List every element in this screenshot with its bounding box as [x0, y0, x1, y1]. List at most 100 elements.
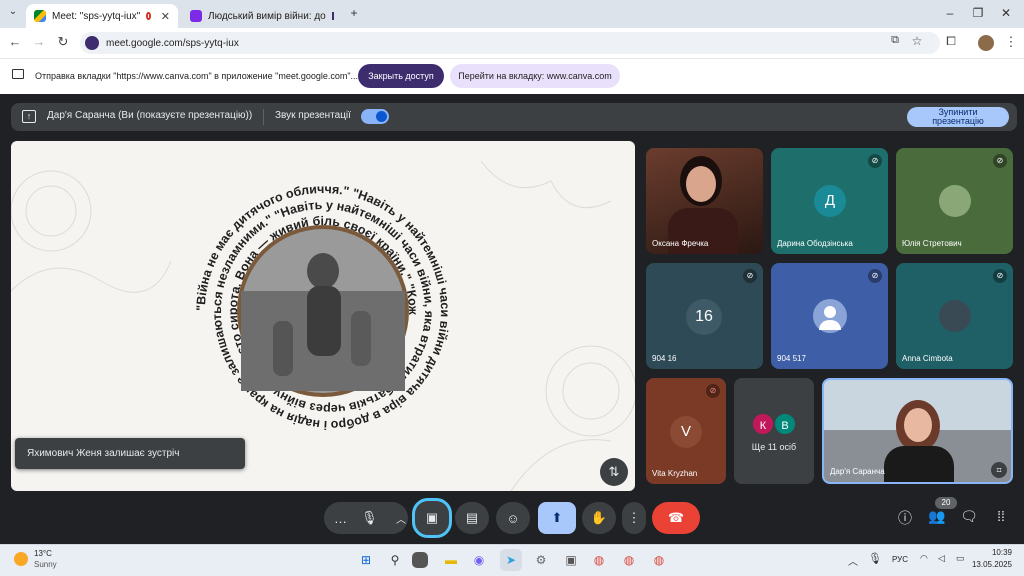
start-menu-icon[interactable]: ⊞: [355, 549, 377, 571]
settings-gear-icon[interactable]: ⚙: [530, 549, 552, 571]
tab-title: Людський вимір війни: до: [208, 10, 326, 22]
avatar: Д: [814, 185, 846, 217]
site-info-icon[interactable]: [85, 36, 99, 50]
avatar: [939, 185, 971, 217]
participant-name: Дарина Ободзінська: [777, 239, 853, 248]
clock-time[interactable]: 10:39: [978, 548, 1012, 557]
avatar: [939, 300, 971, 332]
participant-name: 904 16: [652, 354, 677, 363]
recording-icon: [146, 12, 151, 20]
end-call-icon: ☎: [667, 510, 685, 525]
crop-icon[interactable]: ⌗: [991, 462, 1007, 478]
search-icon[interactable]: ⚲: [384, 549, 406, 571]
canva-favicon-icon: [190, 10, 202, 22]
restore-icon[interactable]: ❐: [968, 6, 988, 20]
people-icon[interactable]: 👥: [926, 508, 948, 530]
volume-icon[interactable]: ◁: [938, 553, 945, 564]
sound-label: Звук презентації: [275, 110, 351, 121]
participant-tile[interactable]: ⊘ V Vita Kryzhan: [646, 378, 726, 484]
translate-icon[interactable]: ⧉: [886, 34, 904, 47]
participant-tile[interactable]: ⊘ 904 517: [771, 263, 888, 369]
divider: [263, 109, 264, 125]
participant-tile[interactable]: Оксана Фречка: [646, 148, 763, 254]
present-screen-icon: ⬆: [551, 510, 563, 525]
url-text: meet.google.com/sps-yytq-iux: [106, 37, 239, 49]
participant-name: Оксана Фречка: [652, 239, 709, 248]
toast-notification: Яхимович Женя залишає зустріч: [15, 438, 245, 469]
presenter-label: Дар'я Саранча (Ви (показуєте презентацію…: [47, 110, 253, 121]
new-tab-icon[interactable]: +: [344, 6, 364, 20]
weather-temp[interactable]: 13°C: [34, 549, 52, 558]
microphone-icon[interactable]: 🎙: [361, 510, 378, 526]
participant-name: Anna Cimbota: [902, 354, 953, 363]
swap-layout-icon[interactable]: ⇅: [600, 458, 628, 486]
weather-desc[interactable]: Sunny: [34, 560, 57, 569]
reload-icon[interactable]: ↻: [54, 34, 72, 50]
camera-button[interactable]: ▣: [412, 498, 452, 538]
clock-date[interactable]: 13.05.2025: [966, 560, 1012, 569]
present-icon: ↑: [22, 110, 36, 123]
participant-tile[interactable]: ⊘ Юлія Стретович: [896, 148, 1013, 254]
participant-tile[interactable]: ⊘ Anna Cimbota: [896, 263, 1013, 369]
avatar: 16: [686, 299, 722, 335]
back-icon[interactable]: ←: [6, 34, 24, 49]
viber-icon[interactable]: ◉: [468, 549, 490, 571]
present-now-button[interactable]: ⬆: [538, 502, 576, 534]
keyboard-language[interactable]: РУС: [892, 555, 908, 564]
tray-mic-icon[interactable]: 🎙: [868, 552, 882, 565]
participant-tile[interactable]: ⊘ Д Дарина Ободзінська: [771, 148, 888, 254]
participant-tile[interactable]: ⊘ 16 904 16: [646, 263, 763, 369]
stop-label-line2: презентацію: [932, 116, 984, 126]
extensions-icon[interactable]: ⧠: [942, 34, 960, 49]
minimize-icon[interactable]: –: [940, 6, 960, 20]
mic-off-icon: ⊘: [993, 154, 1007, 168]
tab-title: Meet: "sps-yytq-iux": [52, 10, 141, 22]
stop-sharing-button[interactable]: Закрыть доступ: [358, 64, 444, 88]
emoji-icon: ☺: [506, 510, 520, 526]
self-view-tile[interactable]: Дар'я Саранча ⌗: [822, 378, 1013, 484]
people-count-badge: 20: [935, 497, 957, 509]
avatar: В: [773, 412, 797, 436]
close-tab-icon[interactable]: ✕: [161, 10, 170, 23]
tab-canva[interactable]: Людський вимір війни: до ✕: [182, 4, 342, 28]
chrome-profile-icon[interactable]: ◍: [618, 549, 640, 571]
camera-app-icon[interactable]: ▣: [560, 549, 582, 571]
chrome-profile-icon[interactable]: ◍: [648, 549, 670, 571]
mic-off-icon: ⊘: [993, 269, 1007, 283]
chat-icon[interactable]: 🗨: [958, 508, 980, 530]
raise-hand-button[interactable]: ✋: [582, 502, 616, 534]
wifi-icon[interactable]: ◠: [920, 553, 928, 564]
participant-name: Дар'я Саранча: [830, 467, 885, 476]
vertical-dots-icon: ⋮: [627, 510, 641, 525]
more-options-dots-icon[interactable]: …: [334, 511, 347, 526]
meet-favicon-icon: [34, 10, 46, 22]
camera-options-chevron-icon[interactable]: ︿: [390, 502, 412, 534]
profile-avatar[interactable]: [978, 35, 994, 51]
file-explorer-icon[interactable]: ▬: [440, 549, 462, 571]
bookmark-star-icon[interactable]: ☆: [908, 34, 926, 48]
stop-presenting-button[interactable]: Зупинити презентацію: [907, 107, 1009, 127]
browser-menu-icon[interactable]: ⋮: [1002, 34, 1020, 50]
address-bar[interactable]: meet.google.com/sps-yytq-iux: [80, 32, 940, 54]
leave-call-button[interactable]: ☎: [652, 502, 700, 534]
tray-chevron-icon[interactable]: ︿: [848, 553, 858, 568]
reactions-button[interactable]: ☺: [496, 502, 530, 534]
camera-icon: ▣: [425, 510, 439, 525]
tab-meet[interactable]: Meet: "sps-yytq-iux" ✕: [26, 4, 178, 28]
mic-off-icon: ⊘: [868, 269, 882, 283]
more-participants-tile[interactable]: К В Ще 11 осіб: [734, 378, 814, 484]
meeting-info-icon[interactable]: ⓘ: [894, 508, 916, 530]
captions-button[interactable]: ▤: [455, 502, 489, 534]
telegram-icon[interactable]: ➤: [500, 549, 522, 571]
go-to-tab-button[interactable]: Перейти на вкладку: www.canva.com: [450, 64, 620, 88]
presentation-sound-toggle[interactable]: [361, 109, 389, 124]
task-view-icon[interactable]: [412, 552, 428, 568]
activities-grid-icon[interactable]: ⁞⁞: [990, 508, 1012, 530]
forward-icon[interactable]: →: [30, 34, 48, 49]
battery-icon[interactable]: ▭: [956, 553, 965, 564]
window-close-icon[interactable]: ✕: [996, 6, 1016, 20]
mic-off-icon: ⊘: [706, 384, 720, 398]
more-options-button[interactable]: ⋮: [622, 502, 646, 534]
tab-search-icon[interactable]: ⌄: [4, 6, 22, 22]
chrome-icon[interactable]: ◍: [588, 549, 610, 571]
